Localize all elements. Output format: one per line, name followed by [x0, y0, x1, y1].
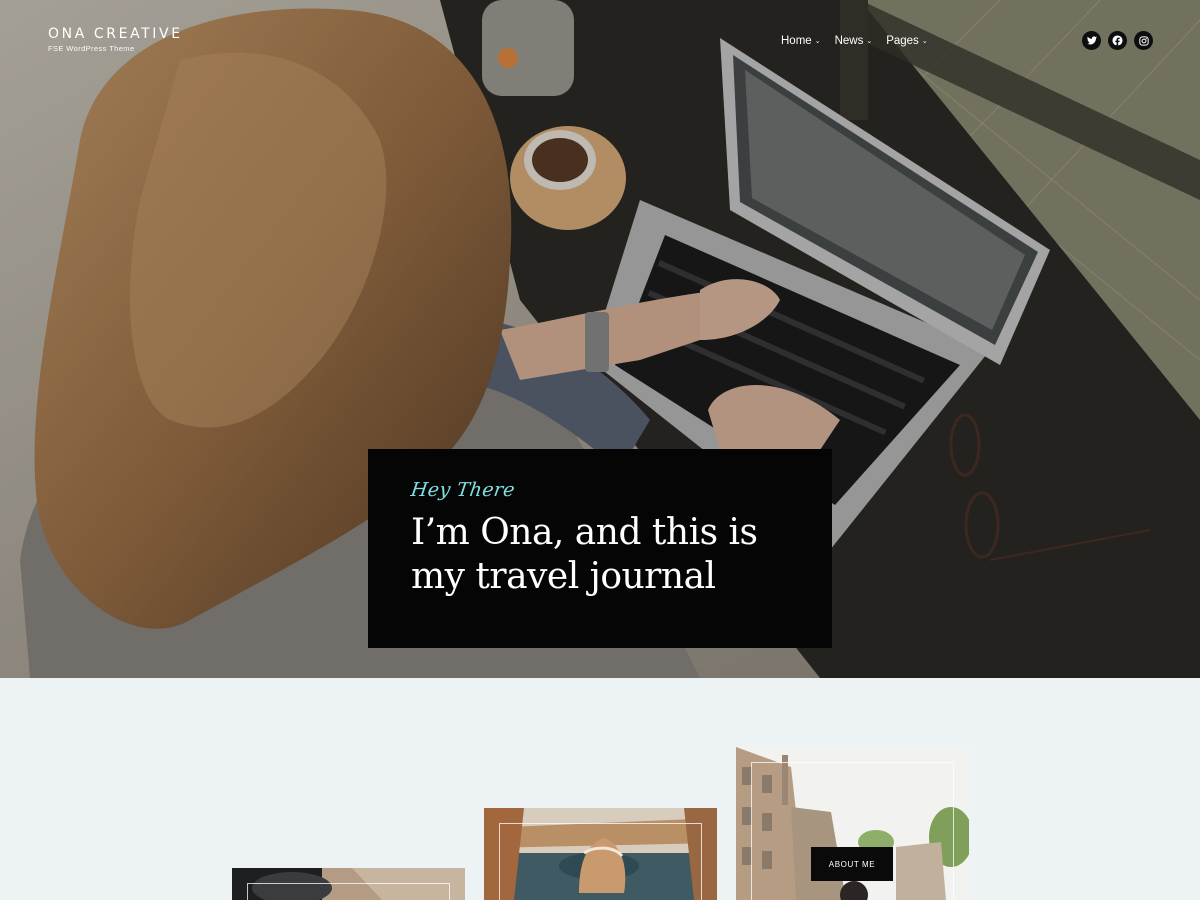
chevron-down-icon: ⌄: [814, 38, 821, 45]
about-image-canyon: [484, 808, 717, 900]
site-title[interactable]: ONA CREATIVE: [48, 26, 183, 42]
chevron-down-icon: ⌄: [866, 38, 873, 45]
nav-item-label: News: [834, 35, 864, 47]
twitter-link[interactable]: [1082, 31, 1101, 50]
image-frame: [499, 823, 702, 900]
about-image-interior: [232, 868, 465, 900]
nav-item-label: Home: [781, 35, 812, 47]
chevron-down-icon: ⌄: [921, 38, 928, 45]
hero-heading: I’m Ona, and this is my travel journal: [411, 512, 758, 597]
social-links: [1082, 31, 1153, 50]
instagram-link[interactable]: [1134, 31, 1153, 50]
twitter-icon: [1086, 36, 1097, 45]
instagram-icon: [1138, 35, 1149, 46]
site-tagline: FSE WordPress Theme: [48, 44, 135, 53]
nav-item-home[interactable]: Home ⌄: [781, 33, 821, 49]
about-me-button[interactable]: ABOUT ME: [811, 847, 893, 881]
nav-item-pages[interactable]: Pages ⌄: [886, 33, 927, 49]
nav-item-news[interactable]: News ⌄: [835, 33, 873, 49]
facebook-link[interactable]: [1108, 31, 1127, 50]
nav-item-label: Pages: [886, 35, 919, 47]
hero-kicker: Hey There: [409, 479, 517, 501]
site-branding[interactable]: ONA CREATIVE FSE WordPress Theme: [48, 26, 183, 53]
primary-navigation: Home ⌄ News ⌄ Pages ⌄: [781, 33, 928, 49]
image-frame: [247, 883, 450, 900]
hero-section: ONA CREATIVE FSE WordPress Theme Home ⌄ …: [0, 0, 1200, 678]
facebook-icon: [1112, 35, 1123, 46]
hero-intro-card: Hey There I’m Ona, and this is my travel…: [368, 449, 832, 648]
